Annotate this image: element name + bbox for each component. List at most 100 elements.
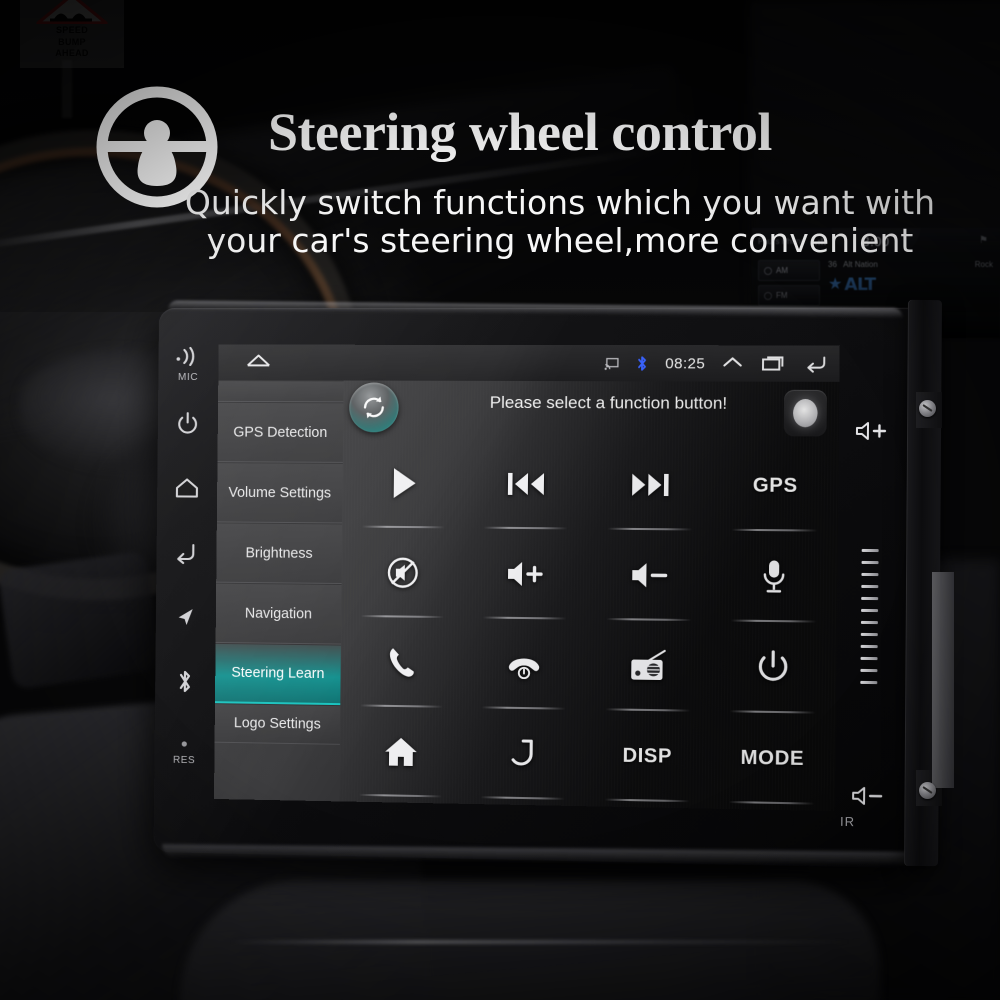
function-button-grid: GPS DISP MODE [339,438,838,805]
settings-screen-body: GPS Detection Volume Settings Brightness… [214,380,839,811]
volume-down-icon [629,559,670,592]
volume-scale-mark [860,620,877,623]
bezel-button-reset[interactable]: RES [173,736,196,766]
function-button-label: DISP [622,744,672,768]
function-button-voice[interactable] [711,531,838,623]
function-button-call-end[interactable] [462,618,586,710]
bezel-button-mic[interactable]: MIC [173,346,203,383]
recents-square-icon[interactable] [760,354,787,372]
sidebar-item-logo-settings[interactable]: Logo Settings [215,703,341,745]
sidebar-item-label: Navigation [245,605,312,622]
bezel-label-reset: RES [173,755,195,766]
sidebar-item-brightness[interactable]: Brightness [216,522,342,584]
bezel-button-home[interactable] [174,476,200,505]
bluetooth-icon [636,355,649,372]
sidebar-item-label: Brightness [245,545,312,561]
volume-scale-mark [861,548,878,551]
function-button-mode[interactable]: MODE [709,712,836,805]
function-button-mute[interactable] [341,527,464,618]
function-button-power[interactable] [710,621,837,714]
function-button-volume-down[interactable] [587,530,712,622]
bezel-button-power[interactable] [175,411,199,440]
mounting-screw-icon [919,400,936,417]
volume-scale-mark [861,572,878,575]
ir-receiver-label: IR [840,814,855,829]
next-track-icon [630,470,671,500]
sidebar-item-navigation[interactable]: Navigation [216,583,342,645]
bezel-label-mic: MIC [178,372,198,383]
sidebar-item-gps-detection[interactable]: GPS Detection [217,402,343,463]
device-left-bezel: MIC RES [157,330,214,831]
page-subtitle: Quickly switch functions which you want … [180,184,940,260]
sidebar-item-label: GPS Detection [233,424,327,440]
mute-icon [386,556,420,590]
sidebar-item-steering-learn[interactable]: Steering Learn [215,643,341,705]
back-arrow-icon [505,737,541,772]
mounting-bracket-plate [932,572,954,788]
status-bar-right-group: 08:25 [605,345,830,382]
function-button-volume-up[interactable] [463,528,587,619]
bezel-button-navigation[interactable] [174,606,196,633]
function-button-radio[interactable] [586,620,711,712]
volume-scale-mark [861,608,878,611]
led-indicator-button[interactable] [784,390,827,437]
home-outline-icon[interactable] [244,350,274,375]
volume-scale-mark [861,560,878,563]
home-icon [174,476,200,505]
function-button-back[interactable] [461,708,585,800]
settings-sidebar[interactable]: GPS Detection Volume Settings Brightness… [214,380,344,801]
function-button-call-answer[interactable] [340,617,463,708]
function-button-gps[interactable]: GPS [712,440,839,532]
function-button-play[interactable] [342,438,465,528]
volume-scale-mark [860,632,877,635]
reset-pinhole-icon [178,736,190,754]
volume-scale-mark [860,668,877,671]
function-button-next[interactable] [588,439,713,530]
bezel-button-back[interactable] [173,541,199,570]
sidebar-item-label: Logo Settings [234,715,321,732]
bezel-button-bluetooth[interactable] [173,669,197,700]
function-button-label: MODE [741,746,805,770]
function-button-home[interactable] [339,706,462,798]
phone-answer-icon [386,645,418,679]
play-icon [388,466,418,500]
back-arrow-icon [173,541,199,570]
chevron-up-icon[interactable] [721,354,744,372]
mounting-screw-icon [919,782,936,799]
volume-up-icon[interactable] [854,420,888,447]
volume-scale-marks[interactable] [860,548,878,683]
center-console-highlight [230,940,850,944]
page-title: Steering wheel control [268,100,888,164]
volume-scale-mark [861,584,878,587]
sidebar-item-label: Volume Settings [228,484,331,501]
device-touchscreen[interactable]: 08:25 GPS Detection Volume Settings Brig… [214,345,840,812]
bluetooth-icon [173,669,197,700]
back-arrow-icon[interactable] [803,354,830,372]
volume-scale-mark [860,644,877,647]
status-bar-clock: 08:25 [665,355,705,372]
function-button-label: GPS [753,474,798,498]
function-button-previous[interactable] [464,439,588,530]
steering-learn-panel: Please select a function button! GPS DIS… [339,380,839,811]
power-icon [175,411,199,440]
sidebar-item-partial-top[interactable] [218,380,344,402]
power-icon [756,649,791,686]
sidebar-item-volume-settings[interactable]: Volume Settings [217,462,343,523]
device-right-bezel [838,420,900,813]
home-filled-icon [383,735,419,769]
android-status-bar: 08:25 [218,345,839,382]
led-indicator-light [793,399,818,427]
phone-hangup-icon [505,649,543,680]
previous-track-icon [506,469,546,499]
function-button-display[interactable]: DISP [585,710,710,803]
car-head-unit-device: MIC RES IR 08:25 GPS Detection Volume Se… [150,300,950,870]
promo-image-root: SPEED BUMP AHEAD Paul's Phone 3:00 ⚑ AM [0,0,1000,1000]
screen-cast-icon [605,357,620,370]
volume-down-icon[interactable] [850,785,884,813]
volume-scale-mark [861,596,878,599]
sidebar-item-label: Steering Learn [231,665,324,682]
radio-icon [628,648,669,683]
mic-waves-icon [173,346,203,371]
volume-up-icon [505,558,545,590]
volume-scale-mark [860,656,877,659]
